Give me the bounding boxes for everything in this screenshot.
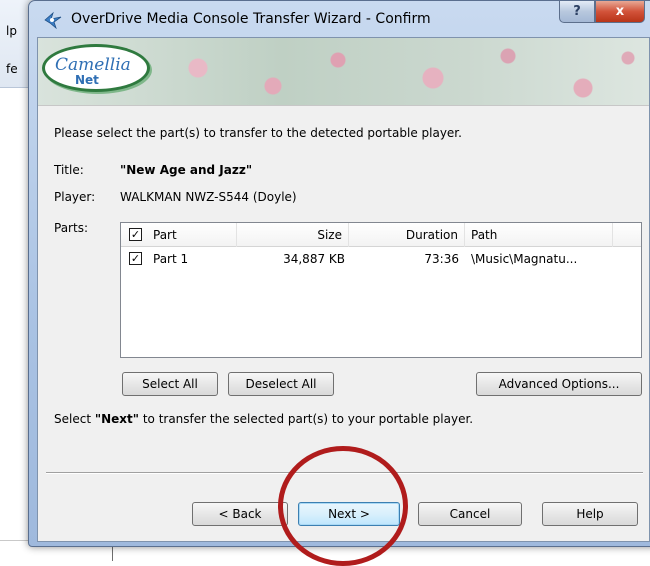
next-button[interactable]: Next > <box>298 502 400 526</box>
cell-duration: 73:36 <box>424 252 459 266</box>
column-header-size[interactable]: Size <box>237 223 349 247</box>
column-header-part[interactable]: Part <box>147 223 237 247</box>
title-value: "New Age and Jazz" <box>120 163 253 177</box>
advanced-options-button[interactable]: Advanced Options... <box>476 372 642 396</box>
column-header-duration[interactable]: Duration <box>349 223 465 247</box>
logo-subtext: Net <box>75 73 99 87</box>
help-caption-button[interactable]: ? <box>559 1 595 23</box>
column-header-path[interactable]: Path <box>465 223 613 247</box>
back-button[interactable]: < Back <box>192 502 288 526</box>
cell-path: \Music\Magnatu... <box>471 252 578 266</box>
next-hint-prefix: Select <box>54 412 95 426</box>
camellia-net-logo: Camellia Net <box>42 44 150 92</box>
logo-text: Camellia <box>55 55 131 75</box>
overdrive-wizard-icon <box>43 11 63 30</box>
parts-list[interactable]: ✓ Part Size Duration Path ✓ Part 1 34,88… <box>120 222 642 358</box>
select-all-checkbox[interactable]: ✓ <box>129 228 142 241</box>
select-all-button[interactable]: Select All <box>122 372 218 396</box>
close-button[interactable]: x <box>595 1 645 23</box>
part-checkbox[interactable]: ✓ <box>129 252 142 265</box>
next-hint-text: Select "Next" to transfer the selected p… <box>54 412 473 426</box>
cancel-button[interactable]: Cancel <box>418 502 522 526</box>
window-title: OverDrive Media Console Transfer Wizard … <box>71 11 431 27</box>
check-mark-icon: ✓ <box>130 228 141 241</box>
parts-list-header: ✓ Part Size Duration Path <box>121 223 641 247</box>
next-hint-suffix: to transfer the selected part(s) to your… <box>139 412 474 426</box>
next-hint-keyword: "Next" <box>94 412 140 426</box>
title-label: Title: <box>54 163 84 177</box>
transfer-wizard-window: OverDrive Media Console Transfer Wizard … <box>28 0 650 547</box>
title-bar[interactable]: OverDrive Media Console Transfer Wizard … <box>29 1 650 37</box>
background-text-fragment: lp <box>6 24 17 38</box>
player-label: Player: <box>54 190 96 204</box>
parts-label: Parts: <box>54 221 88 235</box>
column-header-filler <box>613 223 641 247</box>
player-value: WALKMAN NWZ-S544 (Doyle) <box>120 190 297 204</box>
question-icon: ? <box>573 4 581 19</box>
help-button[interactable]: Help <box>542 502 638 526</box>
cell-part: Part 1 <box>153 252 189 266</box>
check-mark-icon: ✓ <box>130 252 141 265</box>
header-banner: Camellia Net <box>38 38 649 106</box>
wizard-client-area: Camellia Net Please select the part(s) t… <box>37 37 650 542</box>
background-text-fragment: fe <box>6 62 18 76</box>
instruction-text: Please select the part(s) to transfer to… <box>54 126 462 140</box>
cell-size: 34,887 KB <box>283 252 345 266</box>
footer-separator <box>46 472 643 474</box>
deselect-all-button[interactable]: Deselect All <box>228 372 334 396</box>
table-row[interactable]: ✓ Part 1 34,887 KB 73:36 \Music\Magnatu.… <box>121 249 641 269</box>
close-icon: x <box>615 4 625 19</box>
